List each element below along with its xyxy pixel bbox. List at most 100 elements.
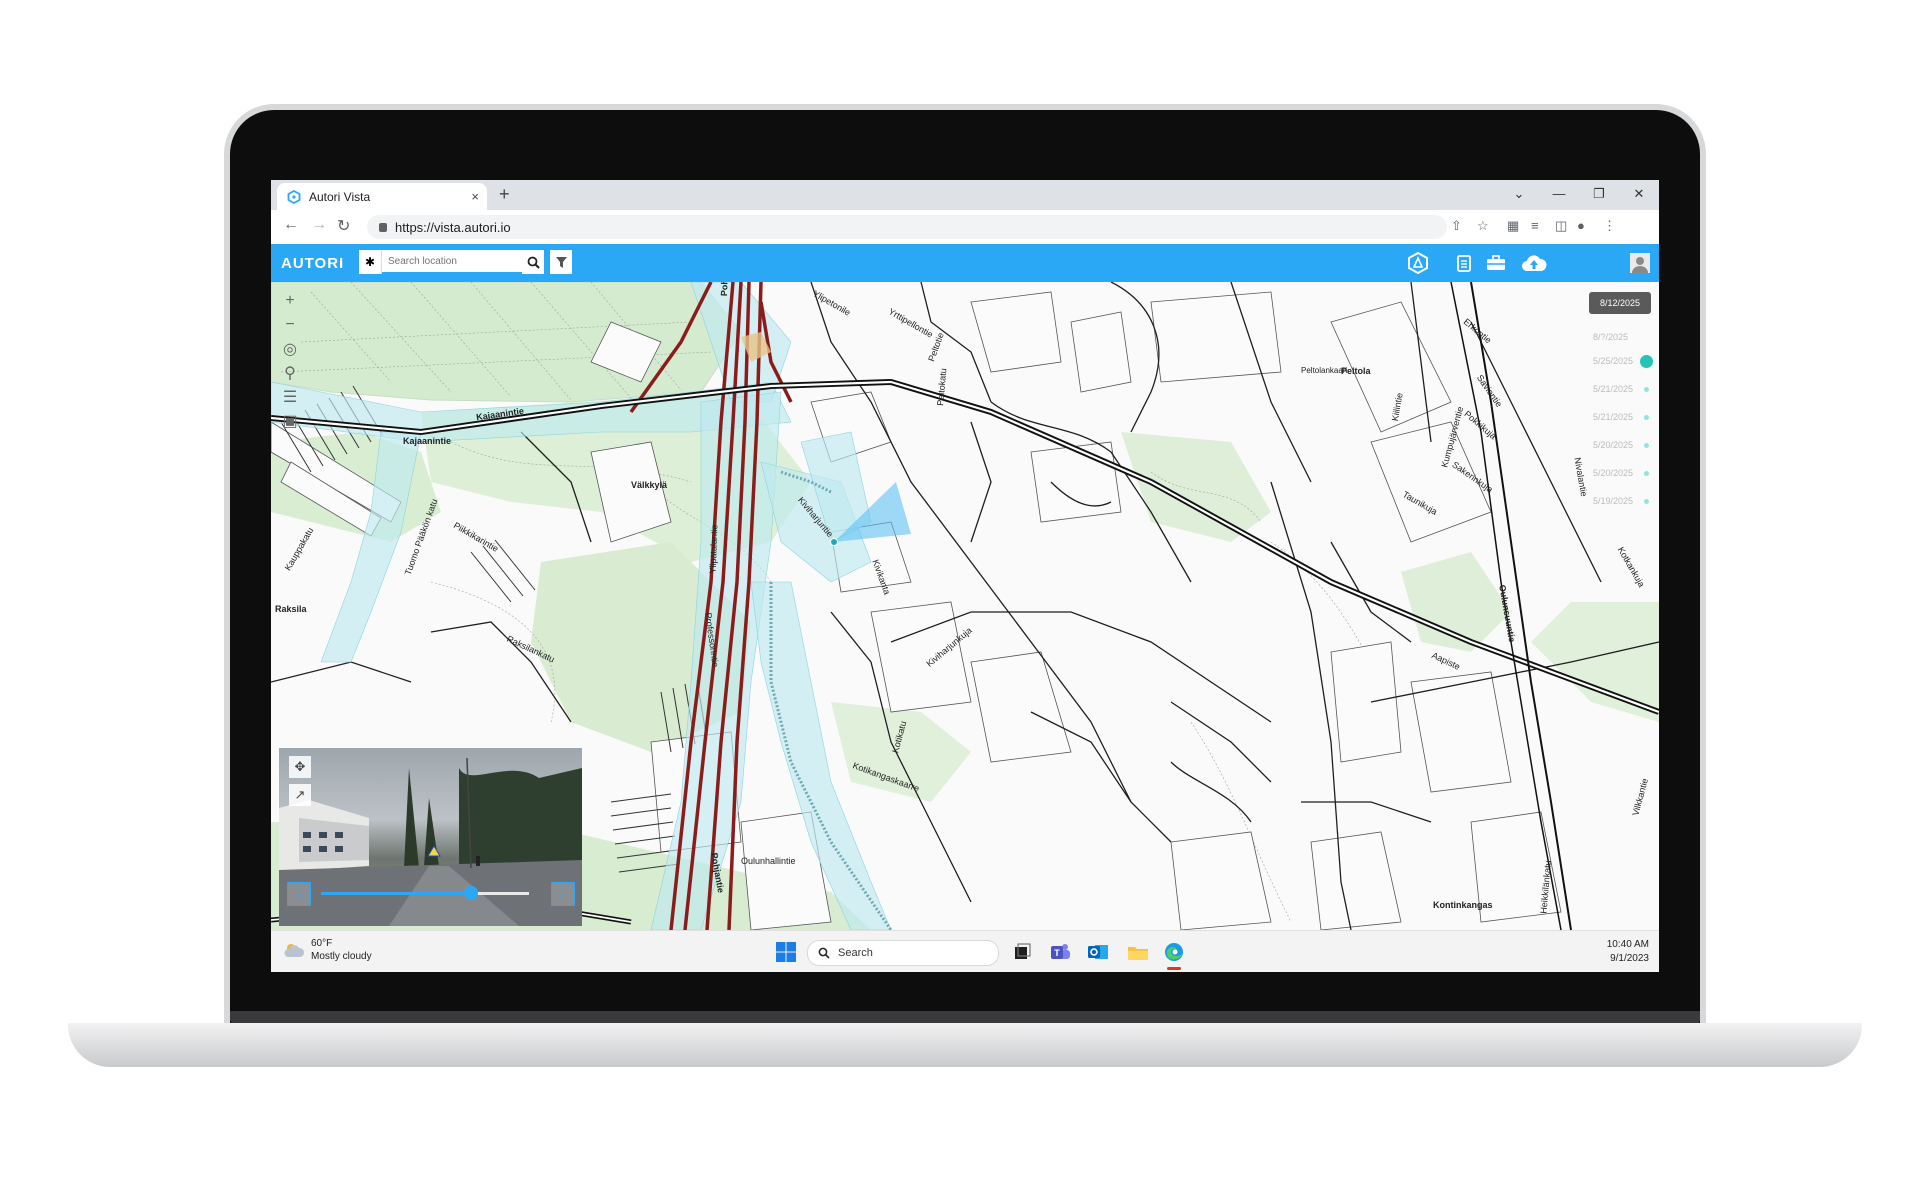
timeline-marker[interactable] (1644, 443, 1649, 448)
windows-start-icon[interactable] (775, 941, 797, 963)
active-app-indicator (1167, 967, 1181, 970)
layers-icon[interactable]: ☰ (279, 386, 301, 408)
timeline-marker[interactable] (1644, 415, 1649, 420)
frame-slider-fill (321, 892, 471, 895)
expand-icon[interactable]: ↗ (289, 784, 311, 806)
svg-text:T: T (1054, 948, 1060, 958)
task-view-icon[interactable] (1011, 941, 1033, 963)
street-view-panel[interactable]: ✥ ↗ ‹ › (279, 748, 582, 926)
address-bar[interactable]: https://vista.autori.io (367, 215, 1447, 239)
timeline-date[interactable]: 5/25/2025 (1593, 356, 1633, 366)
timeline-date[interactable]: 5/20/2025 (1593, 440, 1633, 450)
lock-icon (379, 222, 387, 232)
reading-list-icon[interactable]: ≡ (1531, 218, 1539, 233)
street-label: Kajaanintie (403, 436, 452, 446)
timeline-marker[interactable] (1644, 471, 1649, 476)
extensions-puzzle-icon[interactable]: ▦ (1507, 218, 1519, 234)
move-icon[interactable]: ✥ (289, 756, 311, 778)
autori-hex-icon (1408, 252, 1428, 274)
capture-timeline: 8/12/2025 8/?/2025 5/25/2025 5/21/2025 5… (1589, 292, 1657, 552)
timeline-marker[interactable] (1644, 387, 1649, 392)
teams-icon[interactable]: T (1049, 941, 1071, 963)
side-panel-icon[interactable]: ◫ (1555, 218, 1567, 234)
frame-slider[interactable] (321, 886, 529, 900)
area-label: Kontinkangas (1433, 900, 1493, 910)
browser-tab-bar: Autori Vista × + ⌄ — ❐ ✕ (271, 180, 1659, 210)
timeline-marker-selected[interactable] (1640, 355, 1653, 368)
new-tab-button[interactable]: + (499, 184, 510, 205)
taskbar-search-label: Search (838, 947, 873, 959)
forward-icon[interactable]: → (311, 216, 327, 234)
timeline-date[interactable]: 5/21/2025 (1593, 384, 1633, 394)
timeline-date[interactable]: 5/19/2025 (1593, 496, 1633, 506)
edge-browser-icon[interactable] (1163, 941, 1185, 963)
area-label: Raksila (275, 604, 307, 614)
close-window-button[interactable]: ✕ (1619, 180, 1659, 210)
clipboard-button[interactable] (1453, 252, 1475, 274)
reload-icon[interactable]: ↻ (337, 216, 350, 236)
autori-hex-button[interactable] (1407, 252, 1429, 274)
tab-close-icon[interactable]: × (471, 189, 479, 204)
browser-toolbar: ← → ↻ https://vista.autori.io ⇧ ☆ ▦ ≡ ◫ … (271, 210, 1659, 245)
filter-button[interactable] (550, 250, 572, 274)
browser-menu-icon[interactable]: ⋮ (1603, 218, 1616, 234)
taskbar-search[interactable]: Search (807, 940, 999, 966)
zoom-out-icon[interactable]: − (279, 314, 301, 336)
weather-widget[interactable]: 60°F Mostly cloudy (283, 937, 372, 963)
minimize-button[interactable]: — (1539, 180, 1579, 210)
bookmark-star-icon[interactable]: ☆ (1477, 218, 1489, 234)
user-account-button[interactable] (1629, 252, 1651, 274)
magic-wand-icon[interactable]: ✱ (359, 250, 382, 274)
profile-icon[interactable]: ● (1577, 218, 1585, 233)
search-button[interactable] (522, 250, 544, 274)
autori-favicon-icon (287, 189, 301, 204)
weather-temperature: 60°F (311, 938, 333, 949)
url-text: https://vista.autori.io (395, 219, 511, 235)
street-view-image (279, 757, 582, 926)
previous-frame-button[interactable]: ‹ (287, 882, 311, 906)
timeline-marker[interactable] (1644, 499, 1649, 504)
browser-tab[interactable]: Autori Vista × (277, 183, 487, 210)
minimap-icon[interactable]: ▣ (279, 410, 301, 432)
briefcase-button[interactable] (1485, 252, 1507, 274)
user-avatar-icon (1630, 253, 1650, 273)
briefcase-icon (1487, 255, 1505, 270)
zoom-in-icon[interactable]: + (279, 290, 301, 312)
system-clock[interactable]: 10:40 AM 9/1/2023 (1607, 938, 1649, 966)
app-header: AUTORI ✱ (271, 244, 1659, 282)
area-label: Välkkylä (631, 480, 668, 490)
back-icon[interactable]: ← (283, 216, 299, 234)
window-controls: ⌄ — ❐ ✕ (1499, 180, 1659, 210)
search-location-input[interactable] (382, 250, 522, 272)
taskbar-search-icon (818, 947, 830, 959)
share-icon[interactable]: ⇧ (1451, 218, 1462, 234)
autori-logo[interactable]: AUTORI (281, 255, 344, 272)
cloud-upload-icon (1522, 255, 1547, 271)
timeline-date[interactable]: 5/21/2025 (1593, 412, 1633, 422)
upload-button[interactable] (1519, 252, 1549, 274)
next-frame-button[interactable]: › (551, 882, 575, 906)
clock-date: 9/1/2023 (1610, 953, 1649, 964)
tab-title: Autori Vista (309, 189, 371, 204)
search-icon (527, 256, 540, 269)
map-pin-icon[interactable]: ⚲ (279, 362, 301, 384)
tab-search-icon[interactable]: ⌄ (1499, 180, 1539, 210)
frame-slider-handle[interactable] (463, 886, 478, 900)
outlook-icon[interactable] (1087, 941, 1109, 963)
timeline-date[interactable]: 5/20/2025 (1593, 468, 1633, 478)
laptop-screen: Autori Vista × + ⌄ — ❐ ✕ ← → ↻ https://v… (271, 180, 1659, 972)
weather-condition: Mostly cloudy (311, 951, 372, 962)
street-label: Oulunhallintie (741, 856, 796, 866)
timeline-date[interactable]: 8/?/2025 (1593, 332, 1628, 342)
cloudy-weather-icon (284, 944, 305, 957)
map-view[interactable]: Kajaanintie Kajaanintie Pohjantie Pohjan… (271, 282, 1659, 930)
windows-taskbar: 60°F Mostly cloudy Search T 10:40 AM 9/1… (271, 930, 1659, 972)
street-label: Ylipatalantie (707, 524, 720, 574)
locate-target-icon[interactable]: ◎ (279, 338, 301, 360)
clock-time: 10:40 AM (1606, 939, 1649, 950)
street-label: Pohjantie (719, 282, 730, 296)
restore-button[interactable]: ❐ (1579, 180, 1619, 210)
street-label: Peltolankaari (1301, 366, 1348, 375)
selected-date-badge[interactable]: 8/12/2025 (1589, 292, 1651, 314)
file-explorer-icon[interactable] (1127, 941, 1149, 963)
